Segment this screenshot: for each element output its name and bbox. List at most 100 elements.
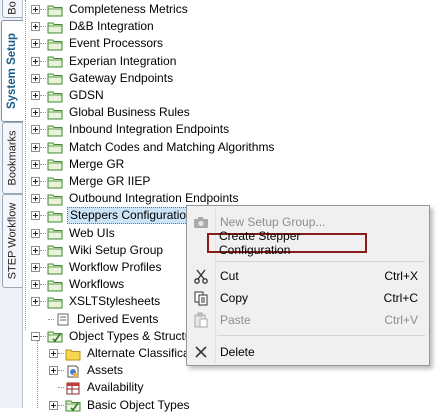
tab-bookmarks-label: Bookmarks xyxy=(6,130,19,186)
tree-branch-line xyxy=(48,318,54,320)
tree-node-child[interactable]: Availability xyxy=(49,379,145,396)
tree-branch-line xyxy=(58,404,64,406)
folder-green-icon xyxy=(47,56,63,68)
expand-icon[interactable] xyxy=(49,366,58,376)
expand-icon[interactable] xyxy=(31,194,40,204)
tree-node[interactable]: Gateway Endpoints xyxy=(31,70,175,87)
collapse-icon[interactable] xyxy=(31,331,40,341)
folder-green-icon xyxy=(47,159,63,171)
folder-green-icon xyxy=(47,194,63,206)
menu-create-stepper-configuration[interactable]: Create Stepper Configuration xyxy=(207,229,367,257)
expand-icon[interactable] xyxy=(31,125,40,135)
tree-node[interactable]: D&B Integration xyxy=(31,18,156,35)
tree-node[interactable]: Experian Integration xyxy=(31,53,178,70)
tree-branch-line xyxy=(40,335,46,337)
delete-x-icon xyxy=(195,346,207,358)
tree-branch-line xyxy=(40,215,46,217)
tree-node[interactable]: Wiki Setup Group xyxy=(31,242,165,259)
folder-green-icon xyxy=(47,263,63,274)
tree-branch-line xyxy=(40,26,46,28)
menu-delete[interactable]: Delete xyxy=(189,341,427,363)
tree-node[interactable]: Inbound Integration Endpoints xyxy=(31,121,231,138)
tree-branch-line xyxy=(40,43,46,45)
tab-system-setup[interactable]: System Setup xyxy=(1,20,23,122)
tree-node[interactable]: Merge GR IIEP xyxy=(31,173,152,190)
menu-paste-label: Paste xyxy=(220,313,251,327)
tree-node-label: Inbound Integration Endpoints xyxy=(69,122,230,137)
tab-system-setup-label: System Setup xyxy=(6,32,19,110)
folder-green-icon xyxy=(47,228,63,240)
tree-branch-line xyxy=(58,387,64,389)
tree-branch-line xyxy=(40,232,46,234)
expand-icon[interactable] xyxy=(31,245,40,255)
tree-node[interactable]: GDSN xyxy=(31,87,106,104)
tab-bookmarks[interactable]: Bookmarks xyxy=(2,122,22,194)
tree-branch-line xyxy=(40,129,46,131)
expand-icon[interactable] xyxy=(31,108,40,118)
expand-icon[interactable] xyxy=(31,39,40,49)
tree-branch-line xyxy=(40,9,46,10)
expand-icon[interactable] xyxy=(31,22,40,32)
tree-branch-line xyxy=(40,284,46,286)
tree-guide-line-sub xyxy=(37,338,38,408)
asset-icon xyxy=(67,365,79,378)
tree-node-child[interactable]: Assets xyxy=(49,362,125,379)
expand-icon[interactable] xyxy=(31,280,40,290)
expand-icon[interactable] xyxy=(31,5,40,14)
menu-cut-label: Cut xyxy=(220,269,239,283)
tree-branch-line xyxy=(40,60,46,62)
expand-icon[interactable] xyxy=(31,159,40,169)
paste-icon xyxy=(194,312,208,328)
expand-icon[interactable] xyxy=(31,73,40,83)
expand-icon[interactable] xyxy=(31,91,40,100)
tree-node[interactable]: XSLTStylesheets xyxy=(31,293,162,310)
tree-node[interactable]: Completeness Metrics xyxy=(31,1,190,18)
tree-node[interactable]: Global Business Rules xyxy=(31,104,192,121)
tree-branch-line xyxy=(40,267,46,268)
tree-guide-line xyxy=(25,0,26,330)
tree-node[interactable]: Merge GR xyxy=(31,156,126,173)
menu-copy-label: Copy xyxy=(220,291,249,305)
expand-icon[interactable] xyxy=(31,263,40,272)
folder-check-icon xyxy=(47,331,63,343)
expand-icon[interactable] xyxy=(31,142,40,152)
expand-icon[interactable] xyxy=(31,211,40,221)
tree-node-label: D&B Integration xyxy=(69,19,154,34)
tree-branch-line xyxy=(58,353,64,354)
expand-icon[interactable] xyxy=(49,400,58,410)
menu-paste[interactable]: Paste Ctrl+V xyxy=(189,309,427,331)
menu-cut[interactable]: Cut Ctrl+X xyxy=(189,265,427,287)
tree-node[interactable]: Web UIs xyxy=(31,225,117,242)
tree-node-label: GDSN xyxy=(69,88,104,102)
tree-node[interactable]: Event Processors xyxy=(31,35,165,52)
scissors-icon xyxy=(194,269,208,284)
tab-bo[interactable]: Bo xyxy=(2,0,22,18)
tree-branch-line xyxy=(40,163,46,165)
tab-step-workflow[interactable]: STEP Workflow xyxy=(2,194,22,288)
expand-icon[interactable] xyxy=(31,56,40,66)
expand-icon[interactable] xyxy=(31,297,40,307)
tree-node-selected[interactable]: Steppers Configurations xyxy=(31,207,202,225)
folder-green-icon xyxy=(47,5,63,16)
expand-icon[interactable] xyxy=(31,228,40,238)
menu-delete-label: Delete xyxy=(220,345,255,359)
menu-cut-shortcut: Ctrl+X xyxy=(384,269,418,283)
menu-create-stepper-label: Create Stepper Configuration xyxy=(219,229,301,257)
expand-icon[interactable] xyxy=(31,177,40,186)
tree-branch-line xyxy=(40,301,46,303)
tree-node[interactable]: Match Codes and Matching Algorithms xyxy=(31,139,276,156)
folder-green-icon xyxy=(47,125,63,137)
event-icon xyxy=(57,313,69,326)
tree-node-object-types[interactable]: Object Types & Structur xyxy=(31,328,198,345)
tree-node-label: Outbound Integration Endpoints xyxy=(69,191,239,206)
tree-node[interactable]: Workflow Profiles xyxy=(31,259,163,276)
menu-copy[interactable]: Copy Ctrl+C xyxy=(189,287,427,309)
tree-node-derived-events[interactable]: Derived Events xyxy=(39,311,160,328)
tree-node-child[interactable]: Basic Object Types xyxy=(49,397,192,414)
tree-node-child[interactable]: Alternate Classificati xyxy=(49,345,198,362)
expand-icon[interactable] xyxy=(49,349,58,358)
tree-branch-line xyxy=(40,95,46,96)
tree-node[interactable]: Workflows xyxy=(31,276,126,293)
tree-node-label: Experian Integration xyxy=(69,53,177,68)
tree-node-label: Merge GR IIEP xyxy=(69,174,151,188)
